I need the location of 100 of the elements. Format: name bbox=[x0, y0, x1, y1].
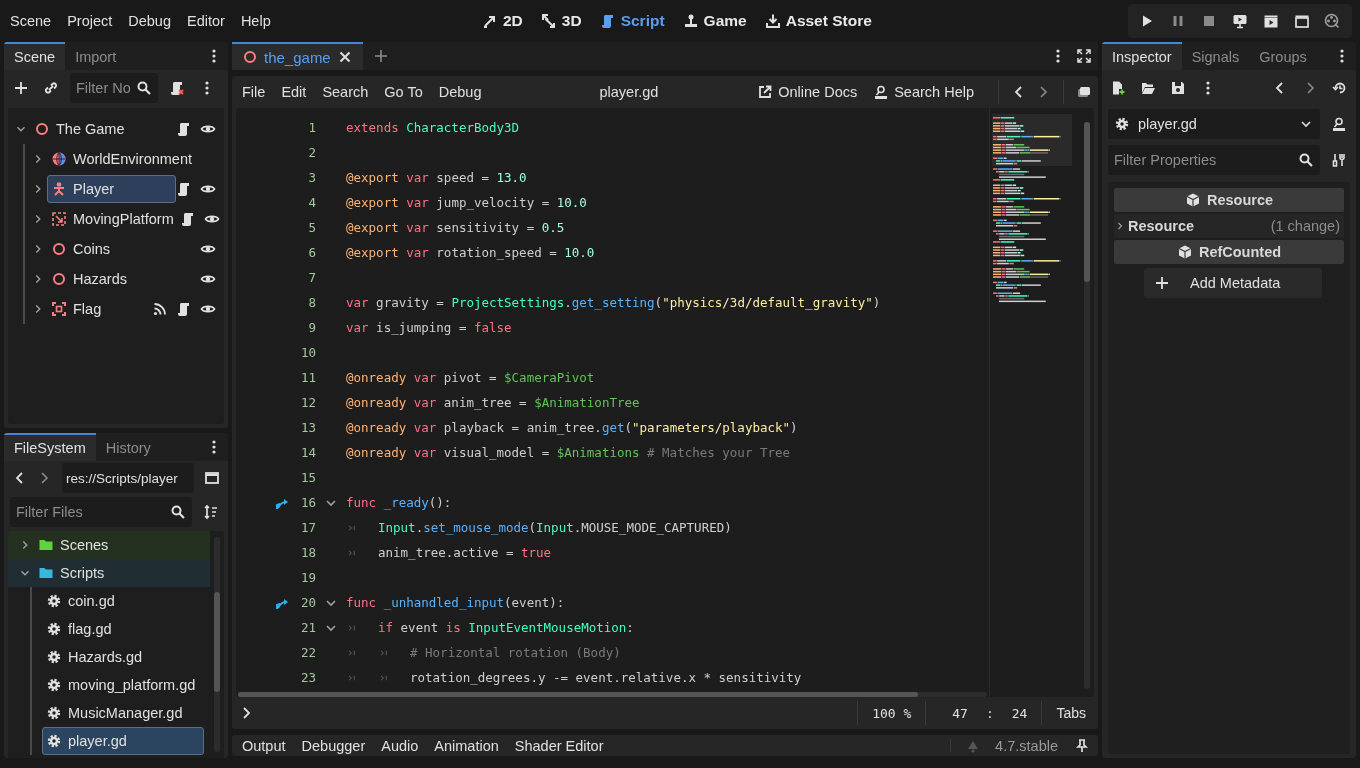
category-header: Resource bbox=[1114, 188, 1344, 212]
code-line: var is_jumping = false bbox=[346, 320, 512, 335]
tree-item[interactable]: The Game bbox=[30, 115, 131, 143]
line-number: 6 bbox=[307, 245, 316, 260]
line-number: 14 bbox=[299, 445, 316, 460]
property-group[interactable]: Resource (1 change) bbox=[1114, 214, 1344, 238]
code-line: @export var jump_velocity = 10.0 bbox=[346, 195, 587, 210]
tree-item[interactable]: flag.gd bbox=[42, 615, 118, 643]
path-field[interactable]: res://Scripts/player bbox=[62, 463, 194, 493]
filter-field[interactable]: Filter Files bbox=[10, 497, 192, 527]
dock-tab[interactable]: Signals bbox=[1181, 42, 1250, 70]
tree-item[interactable]: Coins bbox=[47, 235, 117, 263]
code-line: anim_tree.active = true bbox=[378, 545, 552, 560]
tree-item[interactable]: coin.gd bbox=[42, 587, 121, 615]
menu-item[interactable]: Help bbox=[232, 13, 279, 29]
line-number: 16 bbox=[299, 495, 316, 510]
code-line: @onready var playback = anim_tree.get("parameters/playback") bbox=[346, 420, 798, 435]
line-number: 15 bbox=[299, 470, 316, 485]
line-number: 22 bbox=[299, 645, 316, 660]
workspace-button[interactable]: Asset Store bbox=[764, 12, 872, 30]
line-number: 1 bbox=[307, 120, 316, 135]
tree-item[interactable]: Hazards.gd bbox=[42, 643, 149, 671]
line-number: 19 bbox=[299, 570, 316, 585]
add-metadata-button[interactable]: Add Metadata bbox=[1144, 268, 1322, 298]
menu-item[interactable]: Editor bbox=[179, 13, 233, 29]
workspace-button[interactable]: 3D bbox=[540, 12, 582, 30]
dock-tab[interactable]: Scene bbox=[4, 42, 66, 70]
code-line: extends CharacterBody3D bbox=[346, 120, 520, 135]
line-number: 12 bbox=[299, 395, 316, 410]
code-line: # Horizontal rotation (Body) bbox=[410, 645, 621, 660]
dock-tab[interactable]: Inspector bbox=[1102, 42, 1182, 70]
code-line: @onready var pivot = $CameraPivot bbox=[346, 370, 595, 385]
line-number: 18 bbox=[299, 545, 316, 560]
resource-name: player.gd bbox=[1138, 116, 1197, 132]
code-line: @onready var visual_model = $Animations # Matches your Tree bbox=[346, 445, 791, 460]
filter-field[interactable]: Filter Properties bbox=[1108, 145, 1320, 175]
code-line: @onready var anim_tree = $AnimationTree bbox=[346, 395, 640, 410]
separator-text: : bbox=[984, 705, 995, 721]
dock-tab[interactable]: History bbox=[95, 433, 161, 461]
line-number: 3 bbox=[307, 170, 316, 185]
column-number: 24 bbox=[1010, 705, 1029, 721]
line-number: 11 bbox=[299, 370, 316, 385]
line-number: 13 bbox=[299, 420, 316, 435]
line-number: 2 bbox=[307, 145, 316, 160]
tab-title: the_game bbox=[264, 48, 331, 66]
dock-tab[interactable]: FileSystem bbox=[4, 433, 96, 461]
line-number: 9 bbox=[307, 320, 316, 335]
editor-tab[interactable]: the_game bbox=[232, 42, 363, 70]
line-number: 5 bbox=[307, 220, 316, 235]
line-number: 21 bbox=[299, 620, 316, 635]
workspace-button[interactable]: Script bbox=[599, 12, 665, 30]
menu-item[interactable]: Project bbox=[59, 13, 121, 29]
line-number: 4 bbox=[307, 195, 316, 210]
menu-item[interactable]: Go To bbox=[376, 84, 431, 100]
resource-dropdown[interactable]: player.gd bbox=[1108, 109, 1320, 139]
dock-tab[interactable]: Groups bbox=[1249, 42, 1317, 70]
tree-item[interactable]: Flag bbox=[47, 295, 108, 323]
code-line: var gravity = ProjectSettings.get_setting("physics/3d/default_gravity") bbox=[346, 295, 881, 310]
tree-item[interactable]: MusicManager.gd bbox=[42, 699, 189, 727]
file-title: player.gd bbox=[599, 84, 660, 100]
code-line: @export var sensitivity = 0.5 bbox=[346, 220, 565, 235]
menu-item[interactable]: Search bbox=[314, 84, 377, 100]
line-number: 47 bbox=[951, 705, 969, 721]
code-line: func _ready(): bbox=[346, 495, 452, 510]
code-line: @export var rotation_speed = 10.0 bbox=[346, 245, 595, 260]
zoom-level[interactable]: 100 % bbox=[866, 705, 918, 721]
version-label[interactable]: 4.7.stable bbox=[995, 737, 1058, 754]
tree-item[interactable]: moving_platform.gd bbox=[42, 671, 202, 699]
tree-item[interactable]: Scripts bbox=[34, 559, 111, 587]
change-note: (1 change) bbox=[1270, 218, 1340, 234]
tree-item[interactable]: Hazards bbox=[47, 265, 133, 293]
line-number: 10 bbox=[299, 345, 316, 360]
workspace-button[interactable]: Game bbox=[682, 12, 747, 30]
line-number: 7 bbox=[307, 270, 316, 285]
panel-tab[interactable]: Debugger bbox=[293, 737, 374, 754]
menu-item[interactable]: File bbox=[234, 84, 274, 100]
menu-item[interactable]: Debug bbox=[120, 13, 179, 29]
panel-tab[interactable]: Animation bbox=[426, 737, 507, 754]
tree-item[interactable]: MovingPlatform bbox=[47, 205, 180, 233]
code-line: Input.set_mouse_mode(Input.MOUSE_MODE_CAPTURED) bbox=[378, 520, 732, 535]
panel-tab[interactable]: Shader Editor bbox=[506, 737, 612, 754]
help-link[interactable]: Online Docs bbox=[757, 84, 858, 100]
tree-item[interactable]: Scenes bbox=[34, 531, 115, 559]
menu-item[interactable]: Scene bbox=[2, 13, 60, 29]
workspace-button[interactable]: 2D bbox=[482, 12, 523, 30]
menu-item[interactable]: Edit bbox=[273, 84, 315, 100]
dock-tab[interactable]: Import bbox=[65, 42, 127, 70]
line-number: 23 bbox=[299, 670, 316, 685]
line-number: 17 bbox=[299, 520, 316, 535]
tree-item[interactable]: WorldEnvironment bbox=[47, 145, 198, 173]
panel-tab[interactable]: Audio bbox=[373, 737, 427, 754]
indent-mode[interactable]: Tabs bbox=[1050, 705, 1092, 721]
filter-field[interactable]: Filter No bbox=[70, 73, 158, 103]
panel-tab[interactable]: Output bbox=[234, 737, 294, 754]
menu-item[interactable]: Debug bbox=[430, 84, 490, 100]
tree-item[interactable]: Player bbox=[47, 175, 176, 203]
line-number: 8 bbox=[307, 295, 316, 310]
help-link[interactable]: Search Help bbox=[873, 84, 974, 100]
tree-item[interactable]: player.gd bbox=[42, 727, 204, 755]
group-label: Resource bbox=[1128, 218, 1195, 234]
